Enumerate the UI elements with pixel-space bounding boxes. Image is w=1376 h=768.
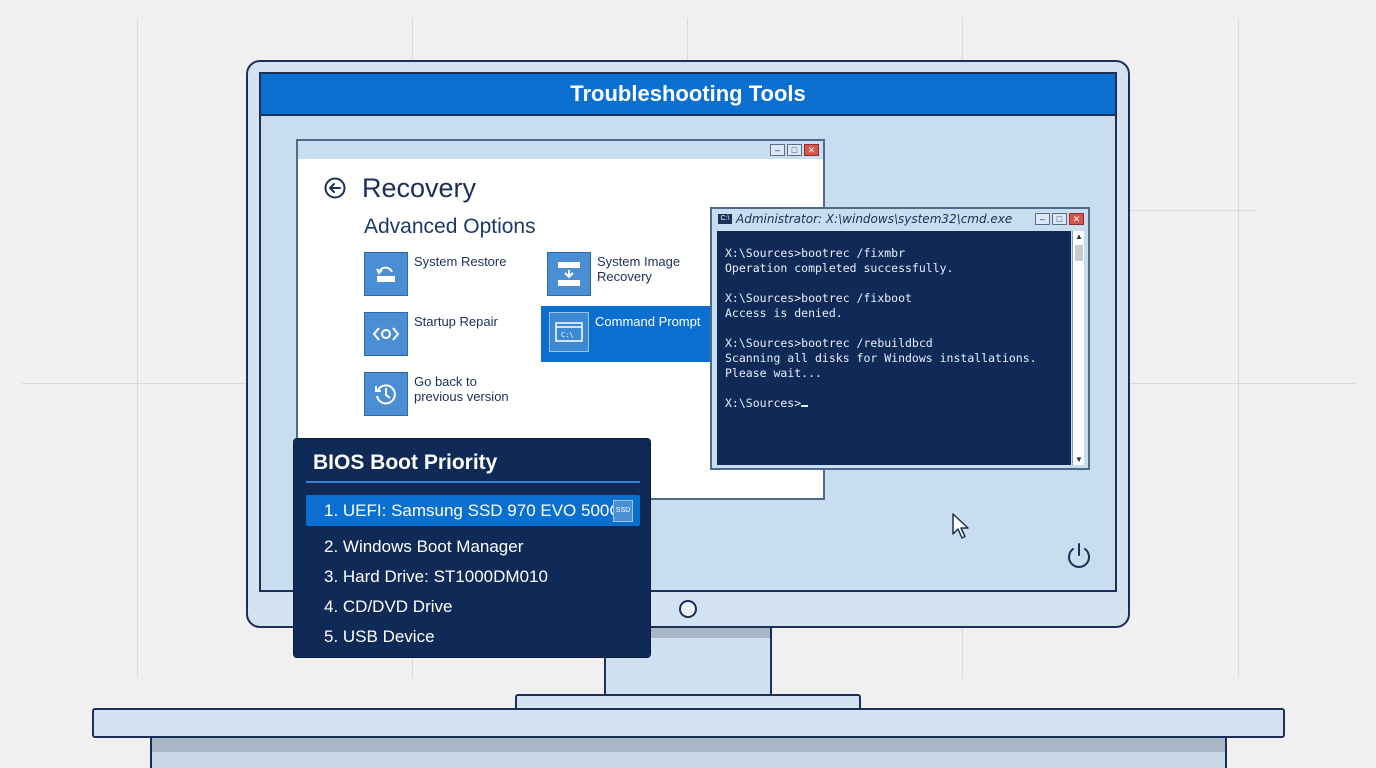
recovery-titlebar: – □ ✕: [298, 141, 823, 159]
option-label: Startup Repair: [414, 314, 498, 329]
option-label: Go back to: [414, 374, 477, 389]
boot-item[interactable]: 4. CD/DVD Drive: [306, 591, 640, 622]
boot-item-label: 3. Hard Drive: ST1000DM010: [324, 567, 548, 586]
monitor-power-button[interactable]: [679, 600, 697, 618]
desk: [92, 708, 1285, 738]
option-label-2: Recovery: [597, 269, 652, 284]
power-icon[interactable]: [1066, 542, 1092, 570]
console-line: Operation completed successfully.: [725, 261, 954, 275]
history-icon: [364, 372, 408, 416]
option-go-back[interactable]: Go back to previous version: [364, 372, 509, 416]
boot-item[interactable]: 3. Hard Drive: ST1000DM010: [306, 561, 640, 592]
scroll-thumb[interactable]: [1075, 245, 1083, 261]
cmd-window[interactable]: C:\ Administrator: X:\windows\system32\c…: [710, 207, 1090, 470]
console-prompt-line[interactable]: X:\Sources>: [725, 396, 1063, 411]
close-button[interactable]: ✕: [804, 144, 819, 156]
console-line: X:\Sources>bootrec /fixmbr: [725, 246, 906, 260]
ssd-icon: SSD: [613, 500, 633, 522]
scroll-up-icon[interactable]: ▲: [1073, 232, 1085, 241]
recovery-title: Recovery: [362, 173, 477, 203]
cmd-console[interactable]: X:\Sources>bootrec /fixmbr Operation com…: [717, 231, 1071, 465]
back-arrow-icon[interactable]: [324, 177, 346, 199]
console-line: Access is denied.: [725, 306, 843, 320]
cmd-scrollbar[interactable]: ▲ ▼: [1072, 231, 1084, 465]
boot-item[interactable]: 1. UEFI: Samsung SSD 970 EVO 500GB SSD: [306, 495, 640, 526]
option-label: System Image: [597, 254, 681, 269]
option-startup-repair[interactable]: Startup Repair: [364, 312, 498, 356]
cmd-titlebar: C:\ Administrator: X:\windows\system32\c…: [712, 209, 1088, 229]
restore-icon: [364, 252, 408, 296]
bios-title: BIOS Boot Priority: [313, 451, 498, 474]
console-prompt: X:\Sources>: [725, 396, 802, 410]
boot-item-label: 1. UEFI: Samsung SSD 970 EVO 500GB: [324, 501, 634, 520]
image-recovery-icon: [547, 252, 591, 296]
maximize-button[interactable]: □: [1052, 213, 1067, 225]
console-line: Please wait...: [725, 366, 822, 380]
grid-line: [1238, 18, 1239, 678]
advanced-options-heading: Advanced Options: [364, 215, 536, 238]
divider: [306, 481, 640, 483]
maximize-button[interactable]: □: [787, 144, 802, 156]
option-system-restore[interactable]: System Restore: [364, 252, 506, 296]
repair-icon: [364, 312, 408, 356]
grid-line: [1130, 210, 1255, 211]
screen-title: Troubleshooting Tools: [261, 74, 1115, 116]
text-caret: [801, 405, 809, 407]
cmd-title: Administrator: X:\windows\system32\cmd.e…: [736, 212, 1013, 226]
option-label: Command Prompt: [595, 314, 701, 329]
minimize-button[interactable]: –: [770, 144, 785, 156]
console-line: Scanning all disks for Windows installat…: [725, 351, 1037, 365]
option-label: System Restore: [414, 254, 507, 269]
scroll-down-icon[interactable]: ▼: [1073, 455, 1085, 464]
cmd-icon: C:\: [549, 312, 589, 352]
option-label-2: previous version: [414, 389, 509, 404]
grid-line: [137, 18, 138, 678]
boot-item[interactable]: 5. USB Device: [306, 621, 640, 652]
cmd-window-icon: C:\: [718, 214, 732, 224]
svg-text:C:\: C:\: [561, 331, 574, 339]
console-line: X:\Sources>bootrec /fixboot: [725, 291, 912, 305]
boot-item-label: 2. Windows Boot Manager: [324, 537, 524, 556]
close-button[interactable]: ✕: [1069, 213, 1084, 225]
mouse-cursor-icon: [952, 513, 969, 539]
option-system-image-recovery[interactable]: System Image Recovery: [547, 252, 680, 296]
boot-item-label: 5. USB Device: [324, 627, 435, 646]
desk-body: [150, 738, 1227, 768]
boot-item[interactable]: 2. Windows Boot Manager: [306, 531, 640, 562]
minimize-button[interactable]: –: [1035, 213, 1050, 225]
bios-boot-priority-panel: BIOS Boot Priority 1. UEFI: Samsung SSD …: [293, 438, 651, 658]
option-command-prompt[interactable]: C:\ Command Prompt: [541, 306, 713, 362]
console-line: X:\Sources>bootrec /rebuildbcd: [725, 336, 933, 350]
boot-item-label: 4. CD/DVD Drive: [324, 597, 453, 616]
